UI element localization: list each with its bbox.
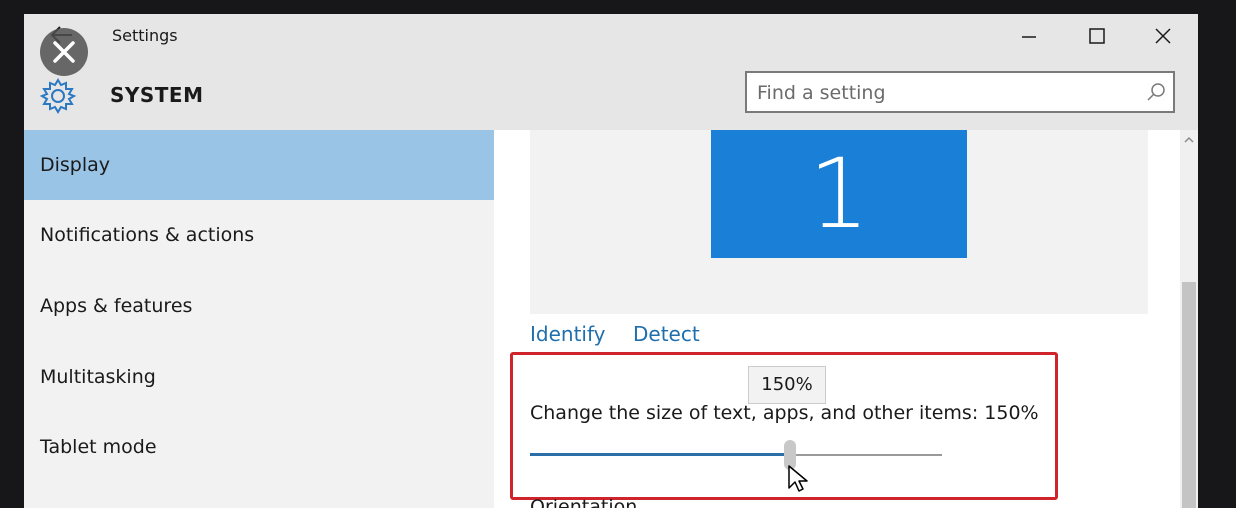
display-settings-panel: 1 Identify Detect 150% Change the size o… bbox=[494, 130, 1198, 508]
close-button[interactable] bbox=[1140, 18, 1186, 54]
overlay-close-button[interactable] bbox=[40, 28, 88, 76]
orientation-label: Orientation bbox=[530, 496, 638, 508]
sidebar-item-label: Display bbox=[40, 154, 111, 176]
maximize-icon bbox=[1089, 28, 1105, 44]
monitor-tile[interactable]: 1 bbox=[711, 130, 967, 258]
sidebar-item-multitasking[interactable]: Multitasking bbox=[24, 342, 494, 412]
sidebar-item-label: Apps & features bbox=[40, 295, 193, 317]
settings-window: Settings SYSTEM Find a setting Display N… bbox=[24, 14, 1198, 508]
section-title: SYSTEM bbox=[110, 83, 204, 107]
close-icon bbox=[1155, 28, 1171, 44]
sidebar-item-label: Multitasking bbox=[40, 366, 156, 388]
sidebar-item-apps-features[interactable]: Apps & features bbox=[24, 271, 494, 341]
scale-tooltip: 150% bbox=[748, 366, 826, 404]
minimize-icon bbox=[1022, 36, 1036, 38]
close-icon bbox=[53, 41, 75, 63]
scrollbar[interactable] bbox=[1180, 130, 1198, 508]
minimize-button[interactable] bbox=[1006, 18, 1052, 54]
search-input[interactable] bbox=[755, 77, 1129, 109]
slider-fill bbox=[530, 453, 790, 456]
scale-label: Change the size of text, apps, and other… bbox=[530, 402, 1039, 424]
sidebar-item-tablet-mode[interactable]: Tablet mode bbox=[24, 412, 494, 482]
mouse-pointer-icon bbox=[788, 465, 808, 492]
scrollbar-thumb[interactable] bbox=[1182, 282, 1196, 508]
detect-link[interactable]: Detect bbox=[633, 322, 700, 346]
display-preview: 1 bbox=[530, 130, 1148, 314]
window-title: Settings bbox=[112, 26, 178, 45]
search-icon[interactable] bbox=[1145, 81, 1167, 103]
sidebar: Display Notifications & actions Apps & f… bbox=[24, 130, 494, 508]
search-box[interactable] bbox=[745, 71, 1175, 113]
title-bar: Settings SYSTEM bbox=[24, 14, 1198, 130]
gear-icon bbox=[39, 78, 77, 114]
maximize-button[interactable] bbox=[1074, 18, 1120, 54]
sidebar-item-display[interactable]: Display bbox=[24, 130, 494, 200]
sidebar-item-label: Notifications & actions bbox=[40, 224, 255, 246]
sidebar-item-notifications[interactable]: Notifications & actions bbox=[24, 200, 494, 270]
identify-link[interactable]: Identify bbox=[530, 322, 606, 346]
sidebar-item-label: Tablet mode bbox=[40, 436, 157, 458]
scale-slider[interactable] bbox=[530, 432, 942, 482]
chevron-up-icon[interactable] bbox=[1183, 134, 1195, 146]
